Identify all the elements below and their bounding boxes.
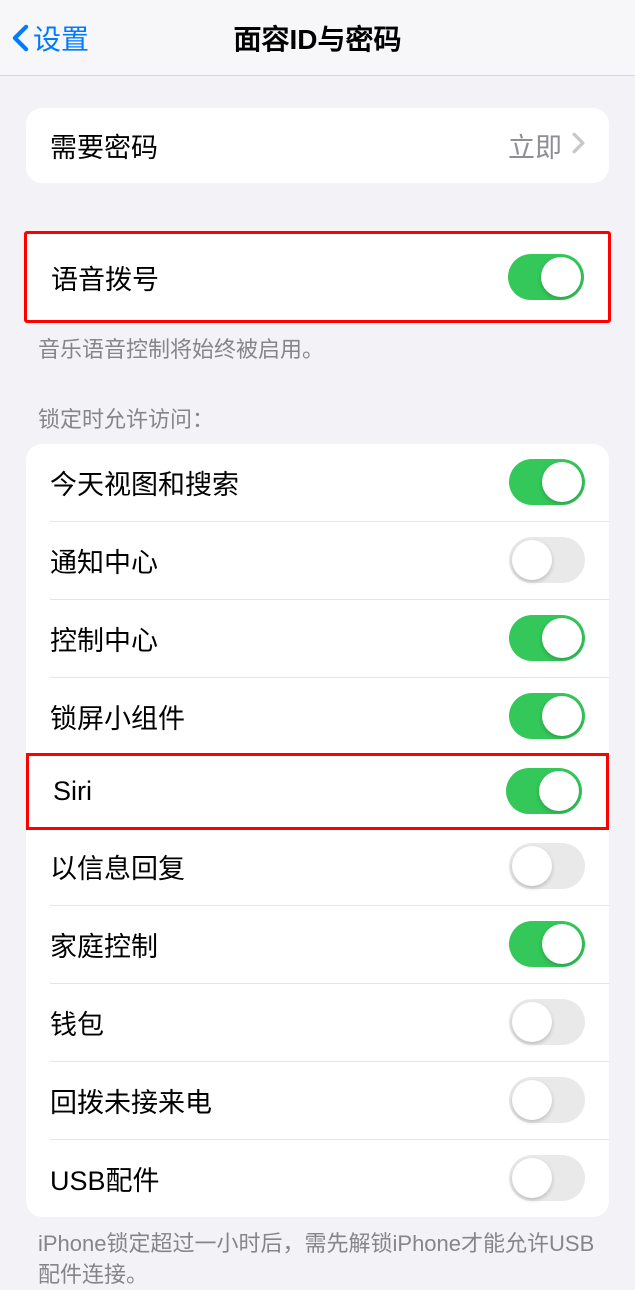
control-center-row: 控制中心 [26,600,609,677]
home-control-label: 家庭控制 [26,925,158,964]
wallet-label: 钱包 [26,1003,104,1042]
control-center-toggle[interactable] [509,615,585,661]
require-passcode-label: 需要密码 [50,126,158,165]
voice-dial-label: 语音拨号 [51,258,159,297]
reply-message-row: 以信息回复 [26,828,609,905]
home-control-toggle[interactable] [509,921,585,967]
reply-message-label: 以信息回复 [26,847,185,886]
chevron-left-icon [10,23,30,53]
usb-accessories-toggle[interactable] [509,1155,585,1201]
siri-row: Siri [26,753,609,830]
voice-dial-highlight: 语音拨号 [24,231,611,323]
lock-widgets-label: 锁屏小组件 [26,697,185,736]
return-calls-row: 回拨未接来电 [26,1062,609,1139]
back-label: 设置 [33,18,89,58]
control-center-label: 控制中心 [26,619,158,658]
lock-widgets-row: 锁屏小组件 [26,678,609,755]
chevron-right-icon [572,132,585,159]
today-view-row: 今天视图和搜索 [26,444,609,521]
navigation-header: 设置 面容ID与密码 [0,0,635,76]
wallet-row: 钱包 [26,984,609,1061]
lock-access-group: 今天视图和搜索 通知中心 控制中心 锁屏小组件 Siri 以信息回复 家庭控制 [26,444,609,1217]
require-passcode-value: 立即 [508,126,562,165]
today-view-label: 今天视图和搜索 [26,463,239,502]
voice-dial-row: 语音拨号 [27,234,608,320]
siri-toggle[interactable] [506,768,582,814]
page-title: 面容ID与密码 [233,18,401,58]
return-calls-toggle[interactable] [509,1077,585,1123]
back-button[interactable]: 设置 [0,18,89,58]
today-view-toggle[interactable] [509,459,585,505]
usb-accessories-row: USB配件 [26,1140,609,1217]
lock-widgets-toggle[interactable] [509,693,585,739]
siri-label: Siri [29,776,92,807]
lock-access-header: 锁定时允许访问： [38,402,597,434]
notification-center-toggle[interactable] [509,537,585,583]
usb-footer: iPhone锁定超过一小时后，需先解锁iPhone才能允许USB配件连接。 [38,1229,597,1290]
return-calls-label: 回拨未接来电 [26,1081,212,1120]
voice-dial-footer: 音乐语音控制将始终被启用。 [38,335,597,366]
require-passcode-group: 需要密码 立即 [26,108,609,183]
notification-center-row: 通知中心 [26,522,609,599]
home-control-row: 家庭控制 [26,906,609,983]
notification-center-label: 通知中心 [26,541,158,580]
reply-message-toggle[interactable] [509,843,585,889]
usb-accessories-label: USB配件 [26,1159,160,1198]
require-passcode-row[interactable]: 需要密码 立即 [26,108,609,183]
wallet-toggle[interactable] [509,999,585,1045]
voice-dial-toggle[interactable] [508,254,584,300]
